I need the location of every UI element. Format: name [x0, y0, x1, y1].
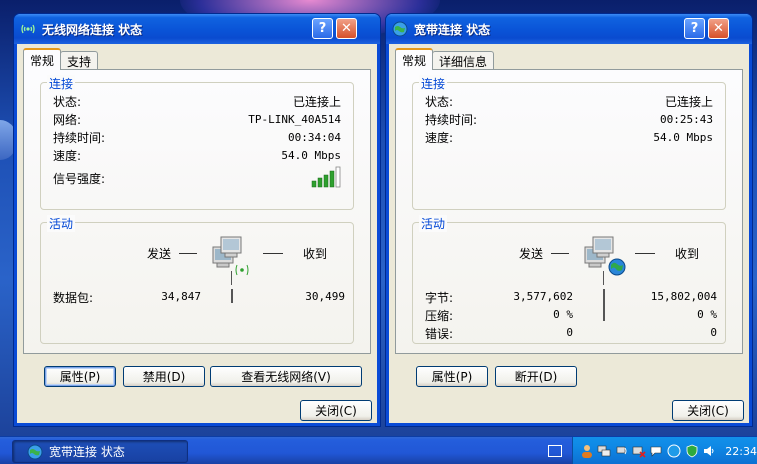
received-label: 收到 [675, 247, 700, 261]
chat-icon[interactable] [649, 443, 665, 459]
network-computers-globe-icon [584, 236, 626, 276]
connection-group: 连接 状态: 已连接上 持续时间: 00:25:43 速度: 54.0 Mbps [412, 75, 726, 210]
connection-group-title: 连接 [47, 75, 76, 92]
packets-received-value: 30,499 [305, 290, 345, 303]
tab-panel-general: 连接 状态: 已连接上 网络: TP-LINK_40A514 持续时间: 00:… [23, 69, 371, 387]
tab-bar: 常规 详细信息 [395, 48, 495, 70]
tab-support[interactable]: 支持 [60, 51, 99, 70]
packets-label: 数据包: [53, 291, 94, 305]
tab-panel-general: 连接 状态: 已连接上 持续时间: 00:25:43 速度: 54.0 Mbps… [395, 69, 743, 387]
bytes-sent-value: 3,577,602 [513, 290, 573, 303]
help-button[interactable]: ? [312, 18, 333, 39]
globe-network-icon [392, 21, 408, 37]
titlebar[interactable]: 无线网络连接 状态 ? ✕ [14, 14, 380, 44]
network-computers-icon [212, 236, 249, 276]
tab-bar: 常规 支持 [23, 48, 99, 70]
close-button[interactable]: 关闭(C) [672, 400, 744, 421]
disconnect-button[interactable]: 断开(D) [495, 366, 577, 387]
signal-strength-row: 信号强度: [53, 166, 341, 191]
view-wireless-networks-button[interactable]: 查看无线网络(V) [210, 366, 362, 387]
connection-group: 连接 状态: 已连接上 网络: TP-LINK_40A514 持续时间: 00:… [40, 75, 354, 210]
status-row: 状态: 已连接上 [53, 94, 341, 109]
tab-general[interactable]: 常规 [395, 48, 434, 70]
speed-value: 54.0 Mbps [281, 148, 341, 162]
volume-icon[interactable] [702, 443, 718, 459]
errors-label: 错误: [425, 327, 454, 341]
network-connection-icon[interactable] [597, 443, 613, 459]
compression-sent-value: 0 % [553, 308, 573, 321]
duration-row: 持续时间: 00:34:04 [53, 130, 341, 145]
errors-sent-value: 0 [566, 326, 573, 339]
system-tray: 22:34 [572, 437, 757, 464]
clock[interactable]: 22:34 [725, 445, 757, 458]
wireless-status-window: 无线网络连接 状态 ? ✕ 常规 支持 连接 状态: 已连接上 网络: TP-L… [14, 14, 380, 426]
keyboard-icon[interactable] [548, 445, 562, 457]
window-title: 无线网络连接 状态 [42, 22, 143, 37]
properties-button[interactable]: 属性(P) [44, 366, 116, 387]
wireless-connection-icon[interactable] [614, 443, 630, 459]
broadband-status-window: 宽带连接 状态 ? ✕ 常规 详细信息 连接 状态: 已连接上 持续时间: 00… [386, 14, 752, 426]
taskbar: 宽带连接 状态 22:34 [0, 436, 757, 464]
properties-button[interactable]: 属性(P) [416, 366, 488, 387]
tab-details[interactable]: 详细信息 [432, 51, 495, 70]
duration-value: 00:34:04 [288, 130, 341, 144]
messenger-icon[interactable] [667, 443, 683, 459]
network-disconnected-icon[interactable] [632, 443, 648, 459]
compression-label: 压缩: [425, 309, 454, 323]
activity-group: 活动 发送 收到 数据包: 34,847 30,499 [40, 215, 354, 344]
activity-group: 活动 发送 收到 字节: 3,577,602 15,802,004 压缩: 0 … [412, 215, 726, 344]
activity-group-title: 活动 [419, 215, 448, 232]
security-shield-icon[interactable] [684, 443, 700, 459]
compression-received-value: 0 % [697, 308, 717, 321]
bytes-label: 字节: [425, 291, 454, 305]
window-title: 宽带连接 状态 [414, 22, 491, 37]
duration-row: 持续时间: 00:25:43 [425, 112, 713, 127]
taskbar-item-label: 宽带连接 状态 [49, 445, 125, 459]
activity-group-title: 活动 [47, 215, 76, 232]
bytes-received-value: 15,802,004 [650, 290, 717, 303]
wireless-network-icon [20, 21, 36, 37]
close-window-button[interactable]: ✕ [708, 18, 729, 39]
errors-received-value: 0 [710, 326, 717, 339]
sent-label: 发送 [147, 247, 172, 261]
close-button[interactable]: 关闭(C) [300, 400, 372, 421]
titlebar[interactable]: 宽带连接 状态 ? ✕ [386, 14, 752, 44]
packets-sent-value: 34,847 [161, 290, 201, 303]
duration-value: 00:25:43 [660, 112, 713, 126]
network-row: 网络: TP-LINK_40A514 [53, 112, 341, 127]
network-value: TP-LINK_40A514 [248, 112, 341, 126]
sent-label: 发送 [519, 247, 544, 261]
status-value: 已连接上 [292, 94, 341, 109]
disable-button[interactable]: 禁用(D) [123, 366, 205, 387]
speed-value: 54.0 Mbps [653, 130, 713, 144]
speed-row: 速度: 54.0 Mbps [53, 148, 341, 163]
status-value: 已连接上 [664, 94, 713, 109]
status-row: 状态: 已连接上 [425, 94, 713, 109]
close-window-button[interactable]: ✕ [336, 18, 357, 39]
received-label: 收到 [303, 247, 328, 261]
speed-row: 速度: 54.0 Mbps [425, 130, 713, 145]
user-icon[interactable] [579, 443, 595, 459]
connection-group-title: 连接 [419, 75, 448, 92]
help-button[interactable]: ? [684, 18, 705, 39]
tab-general[interactable]: 常规 [23, 48, 62, 70]
signal-strength-icon [311, 166, 341, 191]
taskbar-item-broadband[interactable]: 宽带连接 状态 [12, 440, 188, 463]
globe-network-icon [27, 444, 43, 460]
